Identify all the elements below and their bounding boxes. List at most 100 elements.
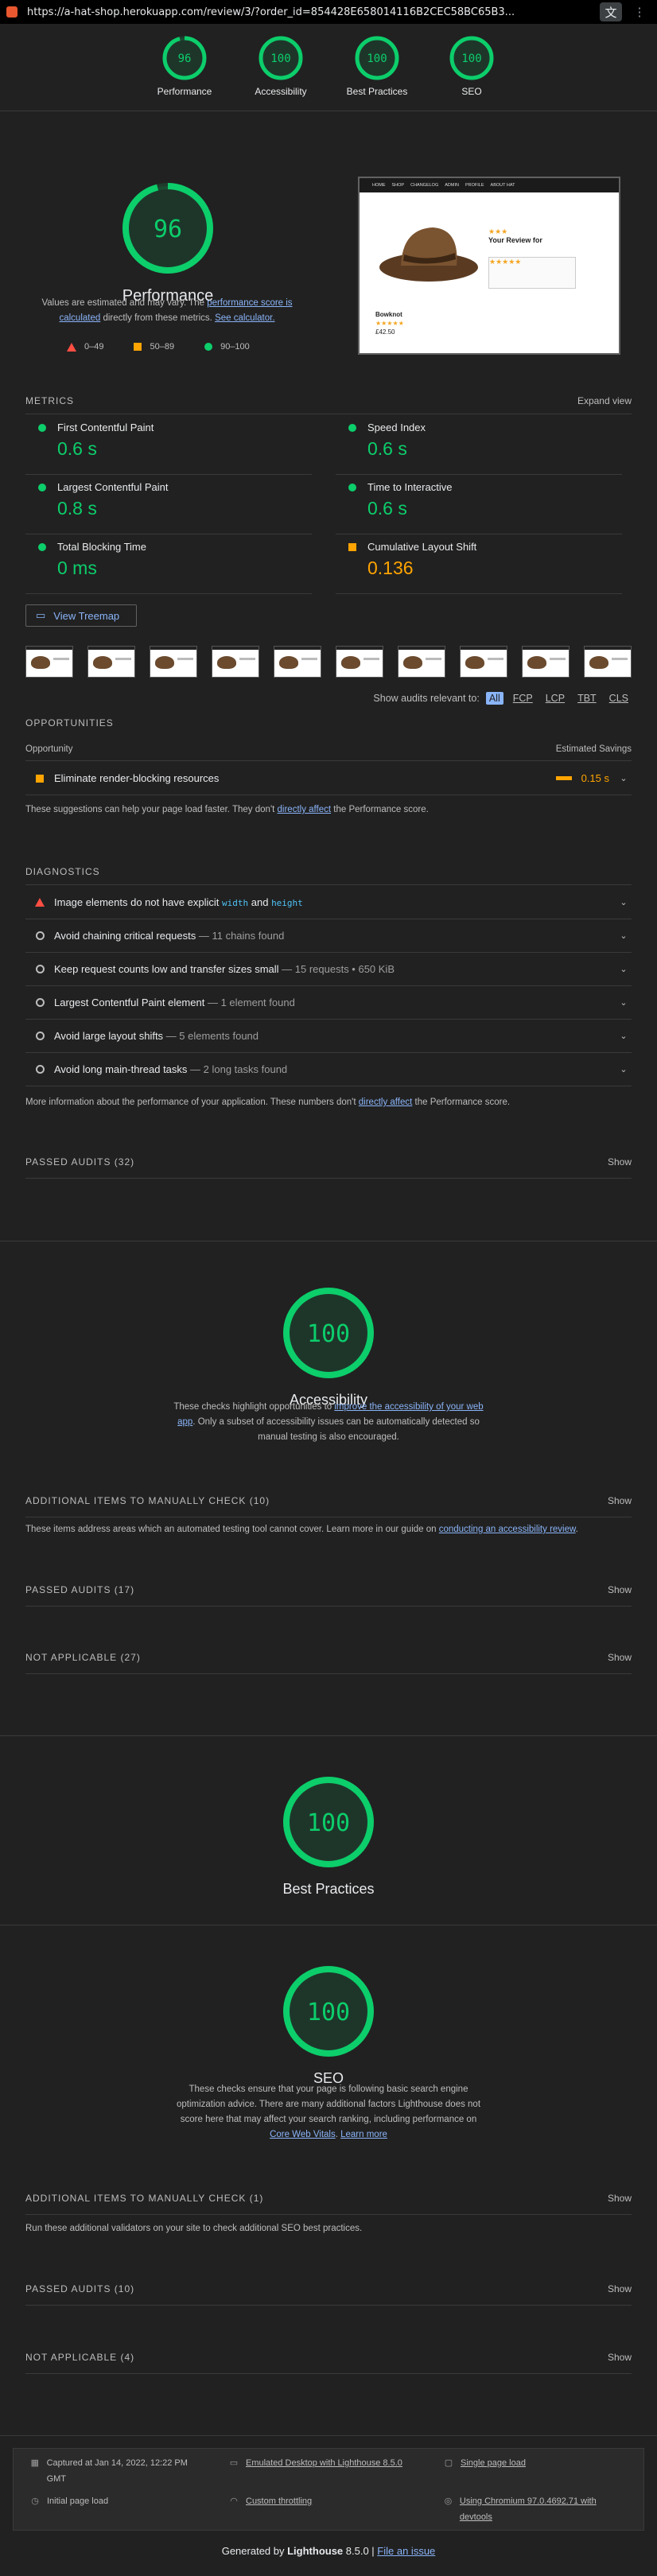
diag-layout-shifts[interactable]: Avoid large layout shifts — 5 elements f… [25,1020,632,1053]
group-label: NOT APPLICABLE (4) [25,2351,135,2363]
diag-critical-requests[interactable]: Avoid chaining critical requests — 11 ch… [25,919,632,953]
filter-fcp[interactable]: FCP [510,692,536,705]
learn-more-link[interactable]: Learn more [340,2130,387,2139]
directly-affect-link[interactable]: directly affect [359,1098,413,1107]
single-page-link[interactable]: Single page load [461,2455,526,2471]
show-toggle[interactable]: Show [608,1652,632,1663]
filmstrip-frame [398,646,445,678]
chromium-link[interactable]: Using Chromium 97.0.4692.71 with devtool… [460,2493,618,2525]
group-label: PASSED AUDITS (10) [25,2283,135,2294]
a11y-not-applicable[interactable]: NOT APPLICABLE (27) Show [25,1641,632,1674]
gauge-ring-icon: 100 [355,36,399,80]
diag-text: and [248,896,272,908]
chevron-down-icon[interactable]: ⌄ [616,931,632,941]
opportunity-title: Eliminate render-blocking resources [54,772,220,784]
seo-manual-check[interactable]: ADDITIONAL ITEMS TO MANUALLY CHECK (1) S… [25,2182,632,2215]
show-toggle[interactable]: Show [608,2193,632,2204]
opportunities-title: OPPORTUNITIES [25,717,114,729]
chevron-down-icon[interactable]: ⌄ [616,964,632,974]
filter-all[interactable]: All [485,692,503,705]
diag-text: Image elements do not have explicit [54,896,223,908]
directly-affect-link[interactable]: directly affect [278,805,332,814]
filmstrip-frame [87,646,135,678]
a11y-passed-audits[interactable]: PASSED AUDITS (17) Show [25,1573,632,1607]
metric-speed-index: Speed Index 0.6 s [336,415,622,475]
diag-long-tasks[interactable]: Avoid long main-thread tasks — 2 long ta… [25,1053,632,1086]
chevron-down-icon[interactable]: ⌄ [616,1031,632,1041]
filmstrip-frame [212,646,259,678]
gauge-seo[interactable]: 100 SEO [428,35,515,97]
metric-name: Largest Contentful Paint [57,481,169,493]
metric-name: Cumulative Layout Shift [367,541,477,553]
expand-view-toggle[interactable]: Expand view [577,395,632,406]
group-label: ADDITIONAL ITEMS TO MANUALLY CHECK (1) [25,2192,264,2204]
category-divider [0,2435,657,2436]
show-toggle[interactable]: Show [608,1584,632,1595]
chevron-down-icon[interactable]: ⌄ [616,997,632,1008]
opportunity-column: Opportunity [25,744,73,754]
opportunity-render-blocking[interactable]: Eliminate render-blocking resources 0.15… [25,762,632,795]
filter-cls[interactable]: CLS [606,692,632,705]
diag-lcp-element[interactable]: Largest Contentful Paint element — 1 ele… [25,986,632,1020]
clock-icon: ◷ [31,2496,39,2506]
gauge-accessibility[interactable]: 100 Accessibility [237,35,325,97]
product-name: Bowknot [375,311,402,318]
desktop-icon: ▭ [229,2458,239,2468]
metric-name: First Contentful Paint [57,422,154,433]
chevron-down-icon[interactable]: ⌄ [616,773,632,783]
score-legend: 0–49 50–89 90–100 [67,342,250,352]
nav-item: ABOUT HAT [490,183,515,188]
view-treemap-button[interactable]: ▭ View Treemap [25,604,137,627]
file-issue-link[interactable]: File an issue [377,2545,435,2557]
seo-score: 100 [307,1999,350,2026]
more-menu-icon[interactable]: ⋮ [628,2,651,21]
single-page-load: ▢ Single page load [443,2455,526,2471]
emulated-link[interactable]: Emulated Desktop with Lighthouse 8.5.0 [246,2455,402,2471]
final-screenshot[interactable]: HOME SHOP CHANGELOG ADMIN PROFILE ABOUT … [358,177,620,355]
address-bar-url[interactable]: https://a-hat-shop.herokuapp.com/review/… [27,6,593,18]
seo-not-applicable[interactable]: NOT APPLICABLE (4) Show [25,2341,632,2374]
chevron-down-icon[interactable]: ⌄ [616,1064,632,1074]
a11y-manual-check[interactable]: ADDITIONAL ITEMS TO MANUALLY CHECK (10) … [25,1484,632,1517]
show-toggle[interactable]: Show [608,2352,632,2363]
gauge-ring-icon: 100 [283,1288,374,1378]
metric-first-contentful-paint: First Contentful Paint 0.6 s [25,415,312,475]
throttling-link[interactable]: Custom throttling [246,2493,312,2509]
diag-request-counts[interactable]: Keep request counts low and transfer siz… [25,953,632,986]
translate-icon[interactable]: 文 [600,2,622,21]
nav-item: CHANGELOG [410,183,439,188]
metric-value: 0.6 s [367,498,407,519]
diag-image-dimensions[interactable]: Image elements do not have explicit widt… [25,886,632,919]
metric-cumulative-layout-shift: Cumulative Layout Shift 0.136 [336,534,622,594]
screenshot-review-title: ★★★ Your Review for ★★★★★ [488,227,576,289]
gauge-performance[interactable]: 96 Performance [141,35,228,97]
note-text: the Performance score. [412,1098,511,1107]
filter-lcp[interactable]: LCP [542,692,568,705]
accessibility-review-link[interactable]: conducting an accessibility review [439,1525,576,1534]
best-practices-score: 100 [307,1809,350,1837]
metric-largest-contentful-paint: Largest Contentful Paint 0.8 s [25,475,312,534]
show-toggle[interactable]: Show [608,1495,632,1506]
show-toggle[interactable]: Show [608,2283,632,2294]
perf-passed-audits[interactable]: PASSED AUDITS (32) Show [25,1145,632,1179]
audit-filter: Show audits relevant to: All FCP LCP TBT… [373,692,632,705]
gauge-ring-icon: 100 [259,36,303,80]
metric-name: Time to Interactive [367,481,453,493]
pass-circle-icon [348,424,356,432]
note-text: More information about the performance o… [25,1098,359,1107]
chevron-down-icon[interactable]: ⌄ [616,897,632,907]
legend-label: 90–100 [220,342,250,352]
gauge-score: 100 [270,52,290,65]
divider [25,760,632,761]
gauge-score: 100 [461,52,481,65]
diagnostics-title: DIAGNOSTICS [25,866,100,877]
core-web-vitals-link[interactable]: Core Web Vitals [270,2130,336,2139]
gauge-best-practices[interactable]: 100 Best Practices [333,35,421,97]
diag-code: width [222,898,249,908]
best-practices-gauge: 100 Best Practices [282,1775,375,1898]
see-calculator-link[interactable]: See calculator. [215,313,274,323]
filter-tbt[interactable]: TBT [574,692,600,705]
show-toggle[interactable]: Show [608,1156,632,1168]
seo-passed-audits[interactable]: PASSED AUDITS (10) Show [25,2272,632,2306]
diag-title: Avoid large layout shifts [54,1030,164,1042]
